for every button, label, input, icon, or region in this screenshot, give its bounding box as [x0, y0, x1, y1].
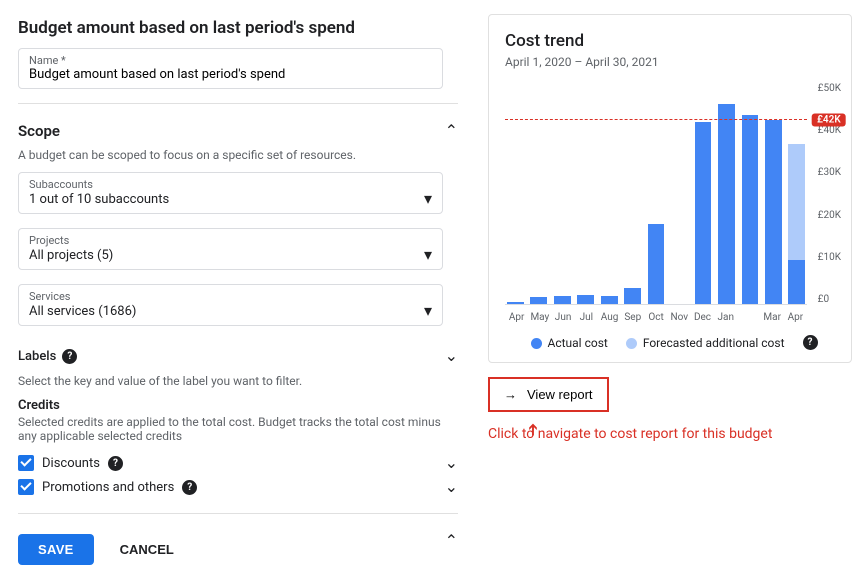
credit-label: Discounts — [42, 456, 100, 471]
name-label: Name * — [29, 54, 432, 67]
services-select[interactable]: Services All services (1686) ▾ — [18, 284, 443, 326]
bar-slot — [646, 224, 666, 304]
bar-slot — [740, 115, 760, 304]
view-report-button[interactable]: → View report — [488, 377, 609, 412]
help-icon[interactable]: ? — [803, 335, 818, 350]
projects-value: All projects (5) — [29, 248, 113, 263]
projects-label: Projects — [29, 234, 432, 247]
arrow-right-icon: → — [504, 387, 517, 402]
credit-row-discounts[interactable]: Discounts ? ⌄ — [18, 451, 458, 475]
checkbox-checked-icon[interactable] — [18, 455, 34, 471]
divider — [18, 103, 458, 104]
save-button[interactable]: SAVE — [18, 534, 94, 565]
help-icon[interactable]: ? — [182, 480, 197, 495]
bar-slot — [505, 302, 525, 304]
arrow-up-icon: ➔ — [523, 423, 542, 436]
bar-slot — [693, 122, 713, 304]
chevron-down-icon: ⌄ — [445, 479, 458, 495]
scope-header[interactable]: Scope ⌃ — [18, 116, 458, 146]
dropdown-icon: ▾ — [424, 247, 432, 263]
legend-dot-forecast — [626, 338, 637, 349]
bar-slot — [599, 296, 619, 304]
legend-actual: Actual cost — [548, 336, 608, 350]
page-title: Budget amount based on last period's spe… — [18, 18, 460, 38]
name-field[interactable]: Name * — [18, 48, 443, 89]
credit-label: Promotions and others — [42, 480, 174, 495]
threshold-badge: £42K — [812, 113, 846, 126]
cost-trend-title: Cost trend — [505, 31, 843, 51]
scope-help: A budget can be scoped to focus on a spe… — [18, 148, 460, 162]
dropdown-icon: ▾ — [424, 191, 432, 207]
subaccounts-value: 1 out of 10 subaccounts — [29, 192, 169, 207]
projects-select[interactable]: Projects All projects (5) ▾ — [18, 228, 443, 270]
help-icon[interactable]: ? — [108, 456, 123, 471]
chevron-up-icon: ⌃ — [445, 123, 458, 139]
services-value: All services (1686) — [29, 304, 136, 319]
cost-trend-subtitle: April 1, 2020 – April 30, 2021 — [505, 55, 843, 69]
chevron-down-icon: ⌄ — [445, 348, 458, 364]
bar-slot — [552, 296, 572, 304]
legend-forecast: Forecasted additional cost — [643, 336, 785, 350]
legend-dot-actual — [531, 338, 542, 349]
labels-expander[interactable]: Labels ? ⌄ — [18, 340, 458, 372]
threshold-line: £42K — [505, 119, 807, 120]
help-icon[interactable]: ? — [62, 349, 77, 364]
chevron-down-icon: ⌄ — [445, 455, 458, 471]
credits-help: Selected credits are applied to the tota… — [18, 415, 458, 443]
credits-title: Credits — [18, 398, 458, 413]
bar-slot — [763, 120, 783, 304]
annotation-callout: ➔ Click to navigate to cost report for t… — [488, 426, 852, 442]
view-report-label: View report — [527, 387, 593, 402]
bar-slot — [528, 297, 548, 304]
cancel-button[interactable]: CANCEL — [114, 541, 180, 558]
labels-help: Select the key and value of the label yo… — [18, 374, 460, 388]
checkbox-checked-icon[interactable] — [18, 479, 34, 495]
chart-legend: Actual cost Forecasted additional cost ? — [505, 335, 843, 350]
divider — [18, 513, 458, 514]
subaccounts-label: Subaccounts — [29, 178, 432, 191]
credit-row-promotions[interactable]: Promotions and others ? ⌄ — [18, 475, 458, 499]
subaccounts-select[interactable]: Subaccounts 1 out of 10 subaccounts ▾ — [18, 172, 443, 214]
x-axis-labels: AprMayJunJulAugSepOctNovDecJanMarApr — [505, 312, 807, 323]
name-input[interactable] — [29, 67, 432, 82]
bar-slot — [716, 104, 736, 304]
bar-slot — [622, 288, 642, 304]
cost-trend-chart: £50K£40K£30K£20K£10K£0 £42K AprMayJunJul… — [505, 83, 807, 323]
cost-trend-card: Cost trend April 1, 2020 – April 30, 202… — [488, 14, 852, 363]
services-label: Services — [29, 290, 432, 303]
scope-title: Scope — [18, 122, 60, 140]
labels-title: Labels — [18, 349, 56, 364]
dropdown-icon: ▾ — [424, 303, 432, 319]
chevron-up-icon: ⌃ — [445, 533, 458, 549]
bar-slot — [575, 295, 595, 304]
